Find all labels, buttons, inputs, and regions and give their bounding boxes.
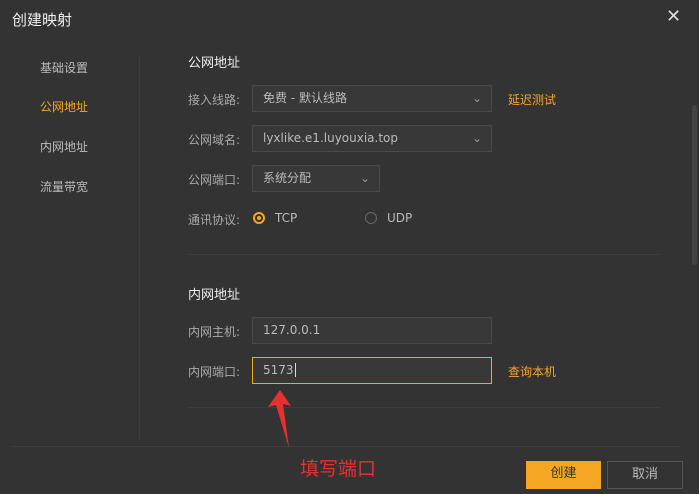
domain-value: lyxlike.e1.luyouxia.top: [263, 131, 399, 145]
tcp-radio[interactable]: [253, 212, 265, 224]
query-local-link[interactable]: 查询本机: [508, 363, 556, 380]
line-label: 接入线路:: [188, 93, 241, 107]
footer-divider: [10, 446, 680, 447]
create-button[interactable]: 创建: [526, 461, 601, 489]
annotation-text: 填写端口: [300, 458, 377, 480]
text-cursor: ​: [294, 363, 296, 377]
dialog-title: 创建映射: [12, 11, 73, 29]
nav-bandwidth[interactable]: 流量带宽: [40, 178, 88, 195]
public-port-label: 公网端口:: [188, 173, 241, 187]
tcp-label: TCP: [275, 211, 298, 225]
host-label: 内网主机:: [188, 325, 241, 339]
private-port-input[interactable]: 5173​: [252, 357, 492, 384]
cancel-button[interactable]: 取消: [607, 461, 683, 489]
chevron-down-icon: ⌄: [359, 171, 370, 185]
chevron-down-icon: ⌄: [471, 131, 482, 145]
nav-basic-settings[interactable]: 基础设置: [40, 59, 88, 76]
udp-radio[interactable]: [365, 212, 377, 224]
domain-select[interactable]: lyxlike.e1.luyouxia.top ⌄: [252, 125, 492, 152]
close-icon[interactable]: ✕: [666, 6, 681, 27]
nav-public-address[interactable]: 公网地址: [40, 98, 88, 115]
private-port-label: 内网端口:: [188, 365, 241, 379]
line-value: 免费 - 默认线路: [263, 91, 347, 105]
scrollbar[interactable]: [692, 105, 697, 265]
line-select[interactable]: 免费 - 默认线路 ⌄: [252, 85, 492, 112]
host-input[interactable]: 127.0.0.1: [252, 317, 492, 344]
nav-divider: [139, 55, 140, 440]
section-divider: [188, 407, 660, 408]
domain-label: 公网域名:: [188, 133, 241, 147]
chevron-down-icon: ⌄: [471, 91, 482, 105]
annotation-arrow-icon: [268, 390, 291, 448]
udp-label: UDP: [387, 211, 413, 225]
public-port-value: 系统分配: [263, 171, 312, 185]
public-port-select[interactable]: 系统分配 ⌄: [252, 165, 380, 192]
private-port-value: 5173: [263, 363, 294, 377]
public-section-title: 公网地址: [188, 56, 241, 71]
private-section-title: 内网地址: [188, 288, 241, 303]
latency-test-link[interactable]: 延迟测试: [508, 91, 556, 108]
protocol-label: 通讯协议:: [188, 213, 241, 227]
nav-private-address[interactable]: 内网地址: [40, 138, 88, 155]
section-divider: [188, 254, 660, 255]
